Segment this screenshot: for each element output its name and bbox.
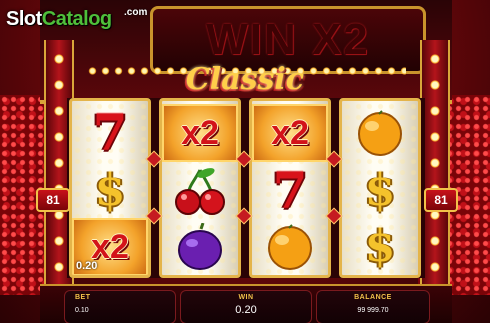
slot-game-screen: WIN X2 Classic 7 $ x2 0.20 x2 x2 7 $ $ 8… — [0, 0, 490, 323]
pillar-bulbs — [428, 46, 442, 316]
reel-cell: $ — [342, 162, 418, 220]
balance-label: BALANCE — [354, 294, 392, 301]
orange-icon — [268, 224, 312, 270]
logo-part-slot: Slot — [6, 8, 42, 30]
reel-1: 7 $ x2 0.20 — [69, 98, 151, 278]
lines-badge-left: 81 — [36, 188, 70, 212]
win-panel: WIN 0.20 — [180, 290, 312, 323]
reel-cell: $ — [342, 218, 418, 275]
bottom-bar: BET 0.10 WIN 0.20 BALANCE 99 999.70 — [40, 284, 452, 323]
dollar-symbol: $ — [94, 165, 126, 216]
seven-symbol: 7 — [92, 103, 128, 162]
reel-cell: $ — [72, 162, 148, 220]
dollar-symbol: $ — [364, 165, 396, 216]
logo-part-catalog: Catalog — [41, 8, 112, 30]
reel-cell-highlighted: x2 — [252, 104, 328, 162]
reel-cell-highlighted: x2 0.20 — [72, 218, 148, 275]
logo-domain: .com — [124, 7, 148, 18]
pillar-bulbs — [52, 46, 66, 316]
plum-icon — [178, 223, 222, 270]
slotcatalog-logo: SlotCatalog — [6, 8, 112, 31]
reels-area: 7 $ x2 0.20 x2 x2 7 $ $ — [67, 98, 425, 278]
reel-cell-highlighted: x2 — [162, 104, 238, 162]
bet-value: 0.10 — [75, 307, 89, 314]
orange-icon — [358, 110, 402, 156]
seven-symbol: 7 — [272, 161, 308, 220]
bet-panel[interactable]: BET 0.10 — [64, 290, 176, 323]
reel-cell: 7 — [252, 162, 328, 220]
cherries-icon — [175, 168, 225, 215]
reel-cell — [162, 218, 238, 275]
reel-3: x2 7 — [249, 98, 331, 278]
balance-value: 99 999.70 — [357, 307, 389, 314]
reel-cell — [252, 218, 328, 275]
line-win-amount: 0.20 — [76, 260, 98, 272]
reel-cell — [162, 162, 238, 220]
reel-cell: 7 — [72, 104, 148, 162]
bet-label: BET — [75, 294, 91, 301]
reel-4: $ $ — [339, 98, 421, 278]
win-value: 0.20 — [235, 304, 257, 316]
lines-badge-right: 81 — [424, 188, 458, 212]
x2-symbol: x2 — [91, 228, 129, 266]
x2-symbol: x2 — [181, 114, 219, 152]
sign-title: WIN X2 — [206, 15, 370, 64]
reel-2: x2 — [159, 98, 241, 278]
balance-panel: BALANCE 99 999.70 — [316, 290, 430, 323]
x2-symbol: x2 — [271, 114, 309, 152]
win-label: WIN — [238, 294, 254, 301]
dollar-symbol: $ — [364, 221, 396, 272]
reel-cell — [342, 104, 418, 162]
